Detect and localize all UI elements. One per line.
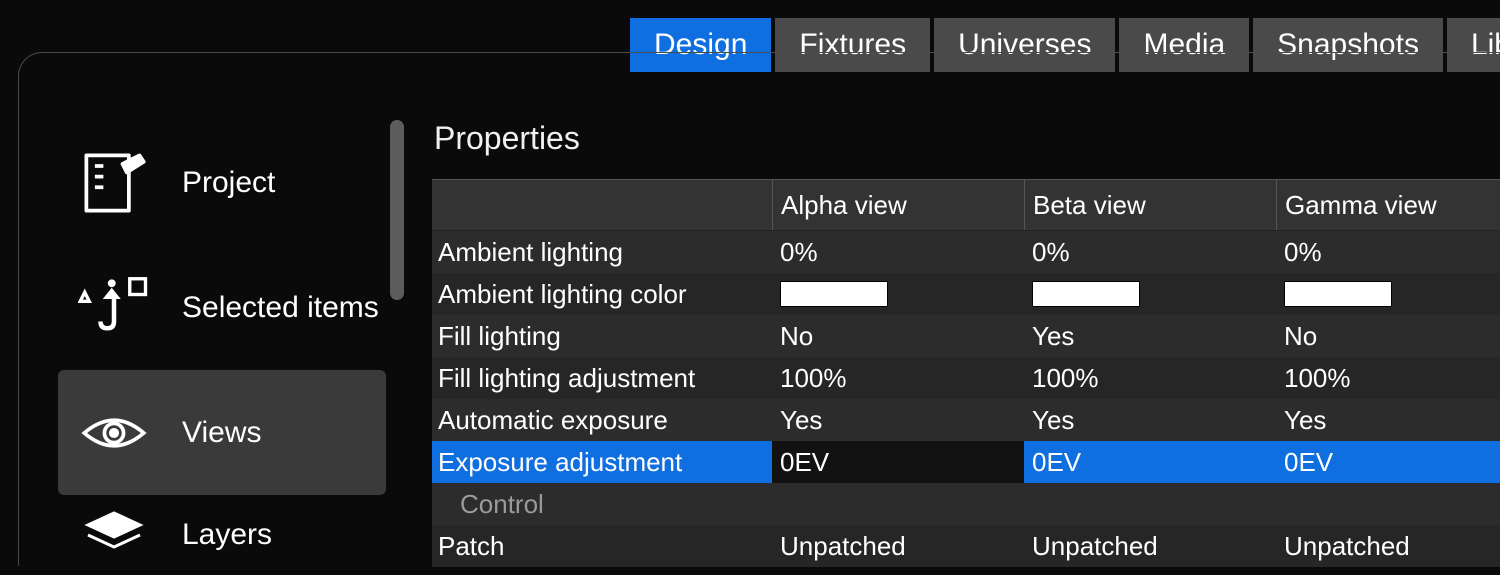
sidebar-item-label: Views bbox=[182, 416, 261, 450]
table-header: Alpha view Beta view Gamma view bbox=[432, 179, 1500, 231]
properties-title: Properties bbox=[432, 120, 1500, 157]
property-value[interactable]: No bbox=[772, 315, 1024, 357]
selected-items-icon bbox=[74, 268, 154, 348]
sidebar-item-views[interactable]: Views bbox=[58, 370, 386, 495]
table-row[interactable]: Fill lighting No Yes No bbox=[432, 315, 1500, 357]
column-header[interactable] bbox=[432, 180, 772, 230]
property-value[interactable]: No bbox=[1276, 315, 1500, 357]
sidebar-item-selected-items[interactable]: Selected items bbox=[58, 245, 386, 370]
property-value[interactable]: 100% bbox=[1024, 357, 1276, 399]
property-value[interactable] bbox=[772, 273, 1024, 315]
property-value[interactable]: 0% bbox=[772, 231, 1024, 273]
project-icon bbox=[74, 143, 154, 223]
column-header-alpha[interactable]: Alpha view bbox=[772, 180, 1024, 230]
column-header-beta[interactable]: Beta view bbox=[1024, 180, 1276, 230]
sidebar-item-layers[interactable]: Layers bbox=[58, 495, 386, 575]
property-value[interactable] bbox=[1024, 273, 1276, 315]
property-label: Ambient lighting color bbox=[432, 273, 772, 315]
color-swatch[interactable] bbox=[780, 281, 888, 307]
property-label: Automatic exposure bbox=[432, 399, 772, 441]
table-row[interactable]: Ambient lighting 0% 0% 0% bbox=[432, 231, 1500, 273]
property-value[interactable]: 100% bbox=[1276, 357, 1500, 399]
main-panel: Properties Alpha view Beta view Gamma vi… bbox=[432, 120, 1500, 566]
column-header-gamma[interactable]: Gamma view bbox=[1276, 180, 1500, 230]
property-label: Fill lighting adjustment bbox=[432, 357, 772, 399]
table-row[interactable]: Automatic exposure Yes Yes Yes bbox=[432, 399, 1500, 441]
sidebar-item-project[interactable]: Project bbox=[58, 120, 386, 245]
property-value[interactable]: 0EV bbox=[1276, 441, 1500, 483]
property-value[interactable]: 0EV bbox=[1024, 441, 1276, 483]
sidebar: Project Selected items Views bbox=[58, 120, 386, 575]
property-label: Ambient lighting bbox=[432, 231, 772, 273]
color-swatch[interactable] bbox=[1032, 281, 1140, 307]
views-icon bbox=[74, 393, 154, 473]
sidebar-scrollbar[interactable] bbox=[390, 120, 404, 300]
property-label: Fill lighting bbox=[432, 315, 772, 357]
sidebar-item-label: Layers bbox=[182, 518, 272, 552]
property-label: Patch bbox=[432, 525, 772, 567]
table-row[interactable]: Fill lighting adjustment 100% 100% 100% bbox=[432, 357, 1500, 399]
property-value[interactable]: 100% bbox=[772, 357, 1024, 399]
property-value[interactable]: Yes bbox=[1276, 399, 1500, 441]
color-swatch[interactable] bbox=[1284, 281, 1392, 307]
property-value[interactable]: Unpatched bbox=[1276, 525, 1500, 567]
property-value[interactable]: Unpatched bbox=[772, 525, 1024, 567]
table-row[interactable]: Ambient lighting color bbox=[432, 273, 1500, 315]
table-row[interactable]: Patch Unpatched Unpatched Unpatched bbox=[432, 525, 1500, 567]
table-section-control[interactable]: Control bbox=[432, 483, 1500, 525]
layers-icon bbox=[74, 495, 154, 575]
sidebar-item-label: Selected items bbox=[182, 291, 379, 325]
property-value[interactable]: Yes bbox=[1024, 315, 1276, 357]
property-value[interactable]: Yes bbox=[772, 399, 1024, 441]
property-value[interactable]: 0% bbox=[1024, 231, 1276, 273]
property-value[interactable]: Yes bbox=[1024, 399, 1276, 441]
edit-cell[interactable]: 0EV bbox=[772, 441, 1024, 483]
table-row-selected[interactable]: Exposure adjustment 0EV 0EV 0EV bbox=[432, 441, 1500, 483]
property-label: Exposure adjustment bbox=[432, 441, 772, 483]
property-value-editing[interactable]: 0EV bbox=[772, 441, 1024, 483]
sidebar-item-label: Project bbox=[182, 166, 275, 200]
property-value[interactable]: Unpatched bbox=[1024, 525, 1276, 567]
property-value[interactable]: 0% bbox=[1276, 231, 1500, 273]
property-value[interactable] bbox=[1276, 273, 1500, 315]
properties-table: Alpha view Beta view Gamma view Ambient … bbox=[432, 179, 1500, 567]
